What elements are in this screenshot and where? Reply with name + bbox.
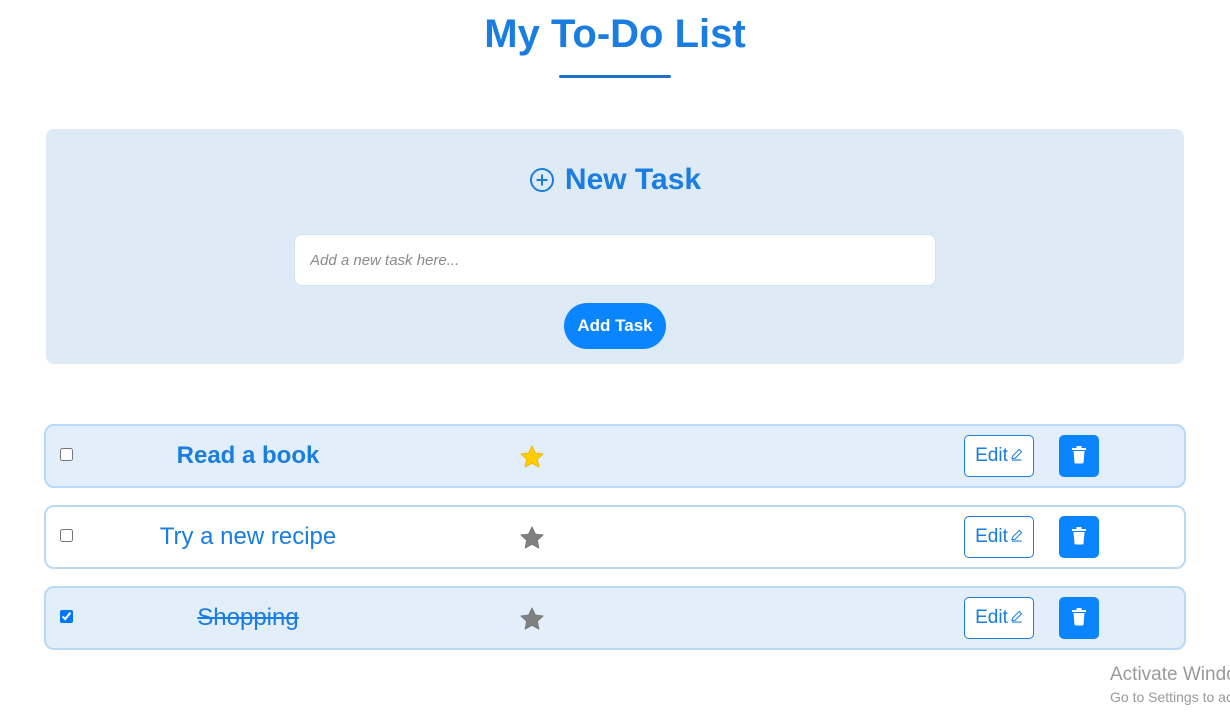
edit-task-button[interactable]: Edit (964, 435, 1034, 477)
edit-label: Edit (975, 526, 1008, 547)
edit-label: Edit (975, 445, 1008, 466)
pencil-icon (1010, 607, 1023, 629)
new-task-input[interactable] (294, 234, 936, 286)
trash-icon (1072, 445, 1086, 467)
task-row: Shopping Edit (44, 586, 1186, 650)
delete-task-button[interactable] (1059, 597, 1099, 639)
trash-icon (1072, 607, 1086, 629)
task-name: Try a new recipe (159, 523, 337, 550)
task-row: Read a book Edit (44, 424, 1186, 488)
title-underline (559, 75, 671, 78)
add-task-button[interactable]: Add Task (564, 303, 666, 349)
new-task-heading-text: New Task (564, 163, 702, 196)
new-task-panel: New Task Add Task (46, 129, 1184, 364)
pencil-icon (1010, 445, 1023, 467)
trash-icon (1072, 526, 1086, 548)
star-icon[interactable] (518, 524, 546, 552)
task-complete-checkbox[interactable] (60, 610, 73, 623)
edit-label: Edit (975, 607, 1008, 628)
activate-windows-watermark: Activate Windows Go to Settings to activ… (1110, 664, 1230, 708)
task-name: Shopping (197, 604, 299, 631)
page-title: My To-Do List (484, 12, 746, 56)
star-icon[interactable] (518, 443, 546, 471)
task-complete-checkbox[interactable] (60, 448, 73, 461)
task-name: Read a book (176, 442, 320, 469)
delete-task-button[interactable] (1059, 516, 1099, 558)
watermark-title: Activate Windows (1110, 664, 1230, 685)
task-row: Try a new recipe Edit (44, 505, 1186, 569)
star-icon[interactable] (518, 605, 546, 633)
edit-task-button[interactable]: Edit (964, 597, 1034, 639)
delete-task-button[interactable] (1059, 435, 1099, 477)
task-complete-checkbox[interactable] (60, 529, 73, 542)
watermark-subtitle: Go to Settings to activate Windows. (1110, 689, 1230, 705)
pencil-icon (1010, 526, 1023, 548)
plus-circle-icon (529, 167, 555, 193)
edit-task-button[interactable]: Edit (964, 516, 1034, 558)
new-task-heading: New Task (46, 163, 1184, 197)
